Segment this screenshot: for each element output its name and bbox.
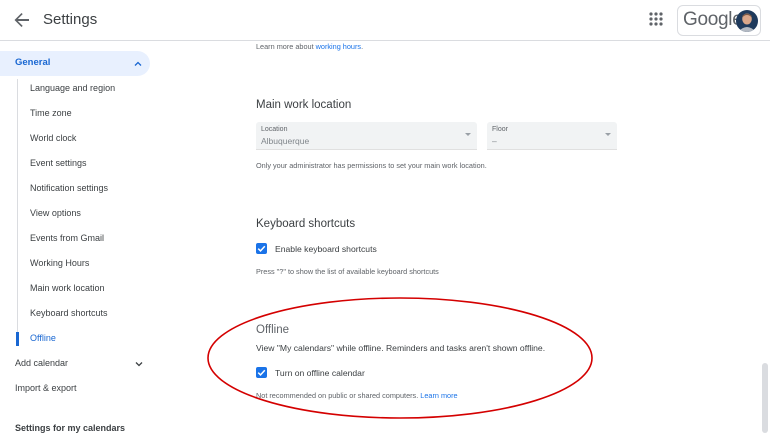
sidebar-item-label: General xyxy=(15,57,51,68)
keyboard-shortcuts-note: Press "?" to show the list of available … xyxy=(256,267,439,276)
chevron-up-icon xyxy=(134,61,142,66)
sidebar-item-language-and-region[interactable]: Language and region xyxy=(30,83,115,93)
offline-title: Offline xyxy=(256,324,290,336)
offline-note: Not recommended on public or shared comp… xyxy=(256,391,458,400)
page-title: Settings xyxy=(43,11,98,28)
sidebar-item-view-options[interactable]: View options xyxy=(30,208,81,218)
sidebar-item-events-from-gmail[interactable]: Events from Gmail xyxy=(30,233,104,243)
sidebar-item-world-clock[interactable]: World clock xyxy=(30,133,76,143)
arrow-back-icon xyxy=(14,13,29,27)
keyboard-shortcuts-checkbox[interactable] xyxy=(256,243,267,254)
avatar[interactable] xyxy=(736,10,758,32)
location-select-label: Location xyxy=(261,126,288,133)
back-button[interactable] xyxy=(10,8,34,32)
offline-description: View "My calendars" while offline. Remin… xyxy=(256,343,546,353)
keyboard-shortcuts-checkbox-label[interactable]: Enable keyboard shortcuts xyxy=(275,244,377,254)
sidebar-heading-my-calendars[interactable]: Settings for my calendars xyxy=(15,423,125,433)
sidebar-item-main-work-location[interactable]: Main work location xyxy=(30,283,105,293)
sidebar-item-offline[interactable]: Offline xyxy=(30,333,56,343)
google-apps-button[interactable] xyxy=(646,9,666,29)
floor-select-label: Floor xyxy=(492,126,508,133)
dropdown-arrow-icon xyxy=(465,133,471,136)
user-avatar-icon xyxy=(736,10,758,32)
submenu-divider xyxy=(17,79,18,346)
checkmark-icon xyxy=(257,369,266,376)
keyboard-shortcuts-title: Keyboard shortcuts xyxy=(256,218,356,230)
chevron-down-icon[interactable] xyxy=(134,359,144,369)
sidebar-item-general[interactable]: General xyxy=(0,51,150,76)
sidebar-item-add-calendar[interactable]: Add calendar xyxy=(15,358,68,368)
working-hours-note: Learn more about working hours. xyxy=(256,42,363,51)
offline-note-text: Not recommended on public or shared comp… xyxy=(256,391,421,400)
google-logo: Google xyxy=(683,9,743,30)
sidebar-item-working-hours[interactable]: Working Hours xyxy=(30,258,89,268)
working-hours-note-period: . xyxy=(361,42,364,51)
sidebar-item-keyboard-shortcuts[interactable]: Keyboard shortcuts xyxy=(30,308,108,318)
location-select[interactable]: Location Albuquerque xyxy=(256,122,477,150)
floor-select-value: – xyxy=(492,136,497,146)
top-app-bar: Settings Google xyxy=(0,0,770,41)
settings-content: Learn more about working hours. Main wor… xyxy=(160,41,770,433)
sidebar-item-time-zone[interactable]: Time zone xyxy=(30,108,72,118)
working-hours-link[interactable]: working hours xyxy=(316,42,361,51)
working-hours-note-text: Learn more about xyxy=(256,42,316,51)
scrollbar-thumb[interactable] xyxy=(762,363,768,433)
location-select-value: Albuquerque xyxy=(261,136,310,146)
active-indicator xyxy=(16,332,19,346)
learn-more-link[interactable]: Learn more xyxy=(420,391,457,400)
offline-calendar-checkbox-label[interactable]: Turn on offline calendar xyxy=(275,368,365,378)
dropdown-arrow-icon xyxy=(605,133,611,136)
sidebar-item-event-settings[interactable]: Event settings xyxy=(30,158,87,168)
sidebar-item-import-export[interactable]: Import & export xyxy=(15,383,77,393)
settings-sidebar: General Language and region Time zone Wo… xyxy=(0,41,160,433)
offline-calendar-checkbox[interactable] xyxy=(256,367,267,378)
main-work-location-note: Only your administrator has permissions … xyxy=(256,161,487,170)
main-work-location-title: Main work location xyxy=(256,99,352,111)
sidebar-item-notification-settings[interactable]: Notification settings xyxy=(30,183,108,193)
checkmark-icon xyxy=(257,245,266,252)
apps-grid-icon xyxy=(649,12,663,26)
floor-select[interactable]: Floor – xyxy=(487,122,617,150)
google-account-button[interactable]: Google xyxy=(677,5,761,36)
